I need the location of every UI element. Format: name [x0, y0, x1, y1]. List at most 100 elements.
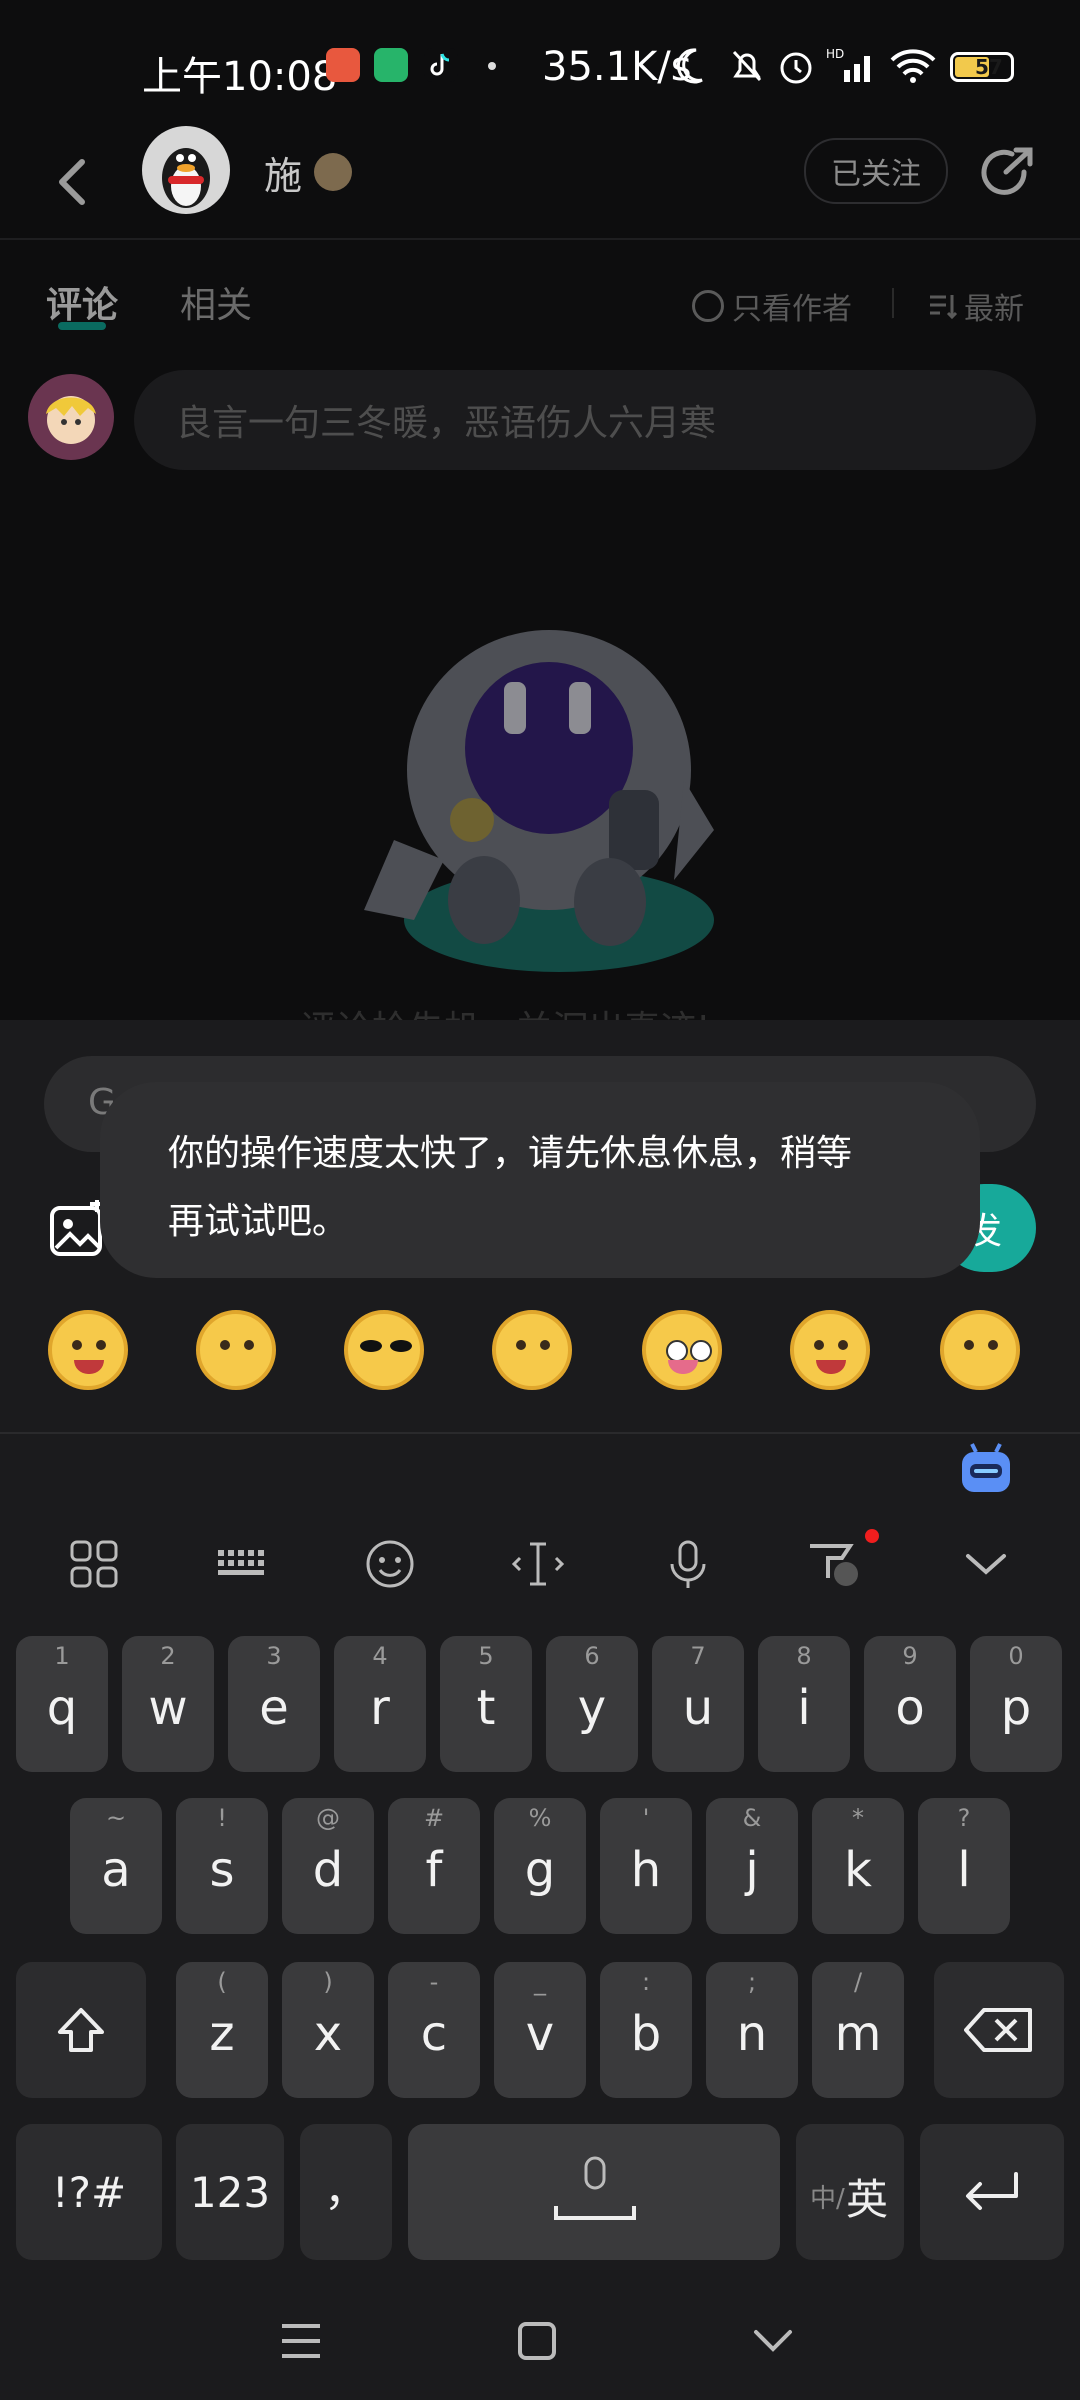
- key-c[interactable]: -c: [388, 1962, 480, 2098]
- security-app-icon: [374, 48, 408, 82]
- key-b[interactable]: :b: [600, 1962, 692, 2098]
- key-y[interactable]: 6y: [546, 1636, 638, 1772]
- key-char: k: [844, 1842, 872, 1898]
- key-w[interactable]: 2w: [122, 1636, 214, 1772]
- network-speed: 35.1K/s: [542, 44, 692, 90]
- key-t[interactable]: 5t: [440, 1636, 532, 1772]
- key-l[interactable]: ? l: [918, 1798, 1010, 1934]
- key-x[interactable]: ) x: [282, 1962, 374, 2098]
- punctuation-key[interactable]: ，: [300, 2124, 392, 2260]
- key-r[interactable]: 4r: [334, 1636, 426, 1772]
- status-bar: 上午10:08 35.1K/s HD 57: [0, 0, 1080, 135]
- key-g[interactable]: % g: [494, 1798, 586, 1934]
- key-char: i: [797, 1680, 811, 1736]
- key-j[interactable]: & j: [706, 1798, 798, 1934]
- key-char: z: [209, 2006, 235, 2062]
- smirk-emoji-icon[interactable]: [196, 1310, 276, 1390]
- space-key[interactable]: [408, 2124, 780, 2260]
- key-e[interactable]: 3e: [228, 1636, 320, 1772]
- key-i[interactable]: 8i: [758, 1636, 850, 1772]
- space-mic-icon: [554, 2156, 636, 2220]
- key-hint: 8: [796, 1642, 812, 1670]
- key-s[interactable]: ! s: [176, 1798, 268, 1934]
- author-avatar[interactable]: [142, 126, 230, 214]
- love-emoji-icon[interactable]: [790, 1310, 870, 1390]
- sort-label: 最新: [964, 292, 1024, 327]
- ai-translate-icon[interactable]: [800, 1526, 880, 1592]
- key-hint: #: [423, 1804, 445, 1832]
- emoji-smile-icon[interactable]: [362, 1536, 418, 1592]
- enter-arrow-icon: [966, 2172, 1018, 2210]
- key-hint: ?: [957, 1804, 971, 1832]
- apps-grid-icon[interactable]: [66, 1536, 122, 1592]
- share-icon[interactable]: [976, 142, 1036, 202]
- key-u[interactable]: 7u: [652, 1636, 744, 1772]
- sunglasses-emoji-icon[interactable]: [344, 1310, 424, 1390]
- mute-bell-icon: [732, 50, 762, 82]
- comment-input[interactable]: 良言一句三冬暖，恶语伤人六月寒: [134, 370, 1036, 470]
- language-switch-key[interactable]: 中/ 英: [796, 2124, 904, 2260]
- microphone-icon[interactable]: [660, 1536, 716, 1592]
- only-author-toggle[interactable]: 只看作者: [692, 284, 852, 328]
- grin-emoji-icon[interactable]: [48, 1310, 128, 1390]
- penguin-avatar-icon: [162, 148, 210, 208]
- image-picker-icon[interactable]: [48, 1200, 108, 1260]
- key-hint: ;: [747, 1968, 757, 1996]
- symbols-key[interactable]: !?#: [16, 2124, 162, 2260]
- dot-icon: [488, 62, 496, 70]
- key-char: r: [370, 1680, 390, 1736]
- key-p[interactable]: 0p: [970, 1636, 1062, 1772]
- author-name: 施: [264, 154, 303, 198]
- shift-key[interactable]: [16, 1962, 146, 2098]
- key-m[interactable]: / m: [812, 1962, 904, 2098]
- toast-line-2: 再试试吧。: [168, 1201, 349, 1242]
- key-hint: _: [534, 1968, 546, 1996]
- back-nav-icon[interactable]: [748, 2316, 798, 2366]
- level-badge-icon: [314, 153, 352, 191]
- key-char: l: [957, 1842, 971, 1898]
- system-nav-bar: [0, 2290, 1080, 2400]
- tongue-emoji-icon[interactable]: [642, 1310, 722, 1390]
- menu-icon[interactable]: [276, 2316, 326, 2366]
- back-arrow-icon[interactable]: [50, 148, 94, 218]
- key-char: n: [736, 2006, 768, 2062]
- key-char: q: [46, 1680, 78, 1736]
- key-char: h: [630, 1842, 662, 1898]
- tab-related[interactable]: 相关: [180, 276, 252, 328]
- numbers-key[interactable]: 123: [176, 2124, 284, 2260]
- key-hint: ): [323, 1968, 333, 1996]
- astronaut-mascot-icon: [364, 630, 714, 972]
- only-author-label: 只看作者: [732, 292, 852, 327]
- key-char: p: [1000, 1680, 1032, 1736]
- collapse-keyboard-icon[interactable]: [958, 1536, 1014, 1592]
- key-hint: !: [217, 1804, 227, 1832]
- key-f[interactable]: # f: [388, 1798, 480, 1934]
- backspace-key[interactable]: [934, 1962, 1064, 2098]
- key-z[interactable]: (z: [176, 1962, 268, 2098]
- grimace-emoji-icon[interactable]: [940, 1310, 1020, 1390]
- key-k[interactable]: * k: [812, 1798, 904, 1934]
- following-button[interactable]: 已关注: [804, 138, 948, 204]
- keyboard-layout-icon[interactable]: [214, 1536, 270, 1592]
- key-char: f: [425, 1842, 443, 1898]
- key-q[interactable]: 1q: [16, 1636, 108, 1772]
- key-o[interactable]: 9o: [864, 1636, 956, 1772]
- tab-comments[interactable]: 评论: [46, 276, 118, 328]
- key-hint: 7: [690, 1642, 706, 1670]
- enter-key[interactable]: [920, 2124, 1064, 2260]
- shy-emoji-icon[interactable]: [492, 1310, 572, 1390]
- key-char: x: [313, 2006, 343, 2062]
- key-hint: (: [217, 1968, 227, 1996]
- keyboard-assistant-icon[interactable]: [958, 1442, 1014, 1498]
- sort-button[interactable]: 最新: [928, 284, 1024, 328]
- key-char: a: [101, 1842, 131, 1898]
- key-a[interactable]: ~ a: [70, 1798, 162, 1934]
- key-d[interactable]: @ d: [282, 1798, 374, 1934]
- key-v[interactable]: _ v: [494, 1962, 586, 2098]
- home-icon[interactable]: [512, 2316, 562, 2366]
- wifi-icon: [890, 49, 936, 83]
- key-hint: 3: [266, 1642, 282, 1670]
- cursor-move-icon[interactable]: [510, 1536, 566, 1592]
- key-n[interactable]: ; n: [706, 1962, 798, 2098]
- key-h[interactable]: ' h: [600, 1798, 692, 1934]
